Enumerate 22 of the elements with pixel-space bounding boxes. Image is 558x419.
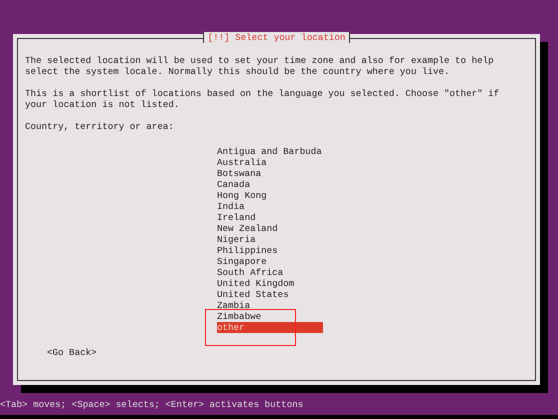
location-option[interactable]: Singapore — [217, 256, 323, 267]
status-text: <Tab> moves; <Space> selects; <Enter> activates buttons — [0, 399, 304, 410]
dialog-title: [!!] Select your location — [202, 32, 350, 43]
location-option[interactable]: Zimbabwe — [217, 311, 323, 322]
location-option[interactable]: Antigua and Barbuda — [217, 146, 323, 157]
prompt-label: Country, territory or area: — [25, 121, 175, 132]
location-option[interactable]: South Africa — [217, 267, 323, 278]
location-option[interactable]: Nigeria — [217, 234, 323, 245]
location-option[interactable]: Botswana — [217, 168, 323, 179]
location-option[interactable]: United States — [217, 289, 323, 300]
location-option[interactable]: Australia — [217, 157, 323, 168]
location-option[interactable]: Philippines — [217, 245, 323, 256]
description-text: The selected location will be used to set your time zone and also for example to help select the system locale. Normally this should be the country where you live. — [25, 55, 495, 77]
location-option[interactable]: Canada — [217, 179, 323, 190]
location-option[interactable]: Hong Kong — [217, 190, 323, 201]
location-option[interactable]: Zambia — [217, 300, 323, 311]
location-option[interactable]: Ireland — [217, 212, 323, 223]
go-back-button[interactable]: <Go Back> — [47, 347, 97, 358]
location-option[interactable]: New Zealand — [217, 223, 323, 234]
location-option[interactable]: India — [217, 201, 323, 212]
description-text: This is a shortlist of locations based on the language you selected. Choose "other" if your location is not listed. — [25, 88, 500, 110]
location-option[interactable]: United Kingdom — [217, 278, 323, 289]
